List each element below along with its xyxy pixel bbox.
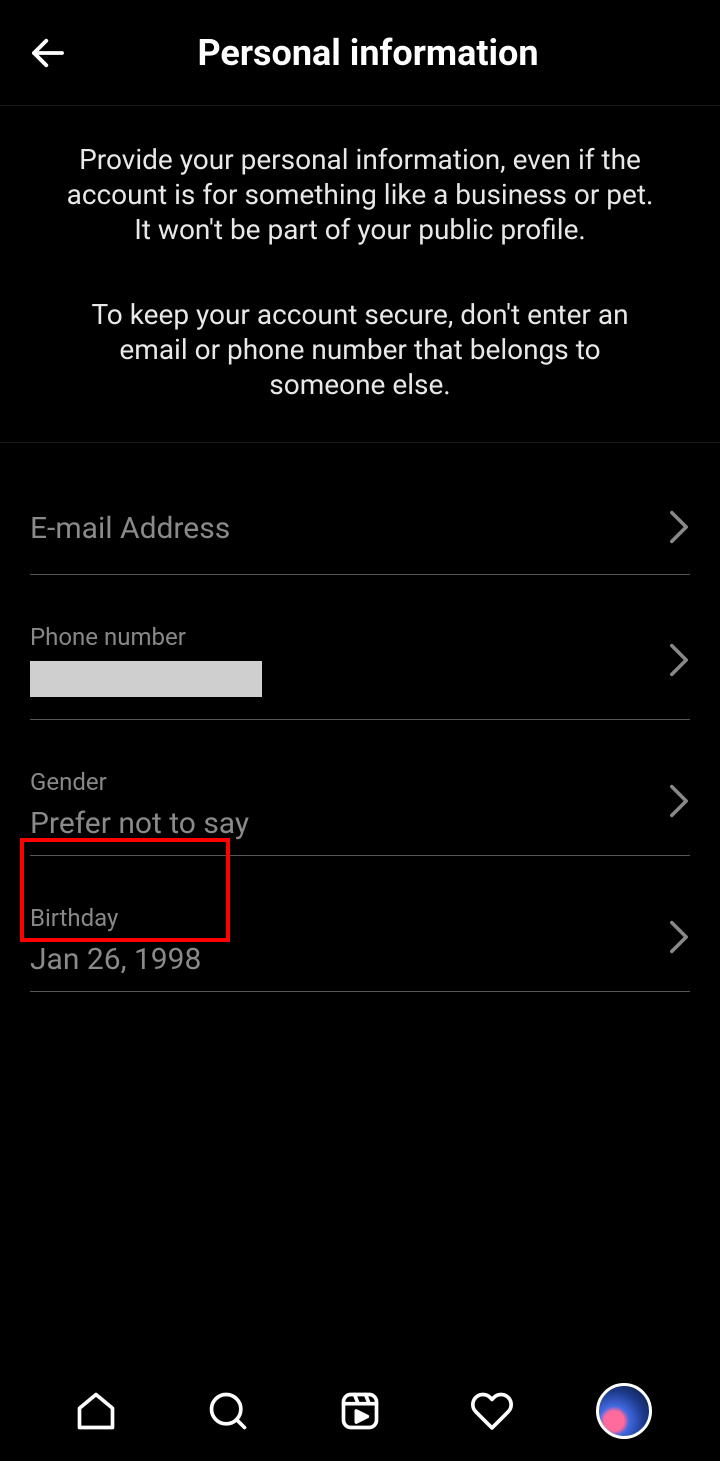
chevron-right-icon: [668, 642, 690, 682]
phone-field[interactable]: Phone number: [30, 605, 690, 720]
email-field[interactable]: E-mail Address: [30, 483, 690, 575]
page-header: Personal information: [0, 0, 720, 106]
email-label: E-mail Address: [30, 511, 690, 546]
chevron-right-icon: [668, 919, 690, 959]
phone-value: [30, 661, 690, 705]
gender-value: Prefer not to say: [30, 806, 690, 841]
birthday-field[interactable]: Birthday Jan 26, 1998: [30, 886, 690, 992]
birthday-value: Jan 26, 1998: [30, 942, 690, 977]
info-paragraph-2: To keep your account secure, don't enter…: [60, 297, 660, 402]
avatar: [596, 1383, 652, 1439]
info-section: Provide your personal information, even …: [0, 106, 720, 443]
heart-icon: [470, 1389, 514, 1433]
nav-activity[interactable]: [464, 1383, 520, 1439]
chevron-right-icon: [668, 509, 690, 549]
nav-profile[interactable]: [596, 1383, 652, 1439]
nav-home[interactable]: [68, 1383, 124, 1439]
home-icon: [74, 1389, 118, 1433]
page-title: Personal information: [36, 32, 700, 74]
search-icon: [206, 1389, 250, 1433]
info-paragraph-1: Provide your personal information, even …: [60, 142, 660, 247]
nav-reels[interactable]: [332, 1383, 388, 1439]
bottom-nav: [0, 1361, 720, 1461]
phone-label: Phone number: [30, 623, 690, 651]
nav-search[interactable]: [200, 1383, 256, 1439]
gender-label: Gender: [30, 768, 690, 796]
gender-field[interactable]: Gender Prefer not to say: [30, 750, 690, 856]
fields-container: E-mail Address Phone number Gender Prefe…: [0, 443, 720, 992]
chevron-right-icon: [668, 783, 690, 823]
reels-icon: [338, 1389, 382, 1433]
phone-redacted: [30, 661, 262, 697]
birthday-label: Birthday: [30, 904, 690, 932]
